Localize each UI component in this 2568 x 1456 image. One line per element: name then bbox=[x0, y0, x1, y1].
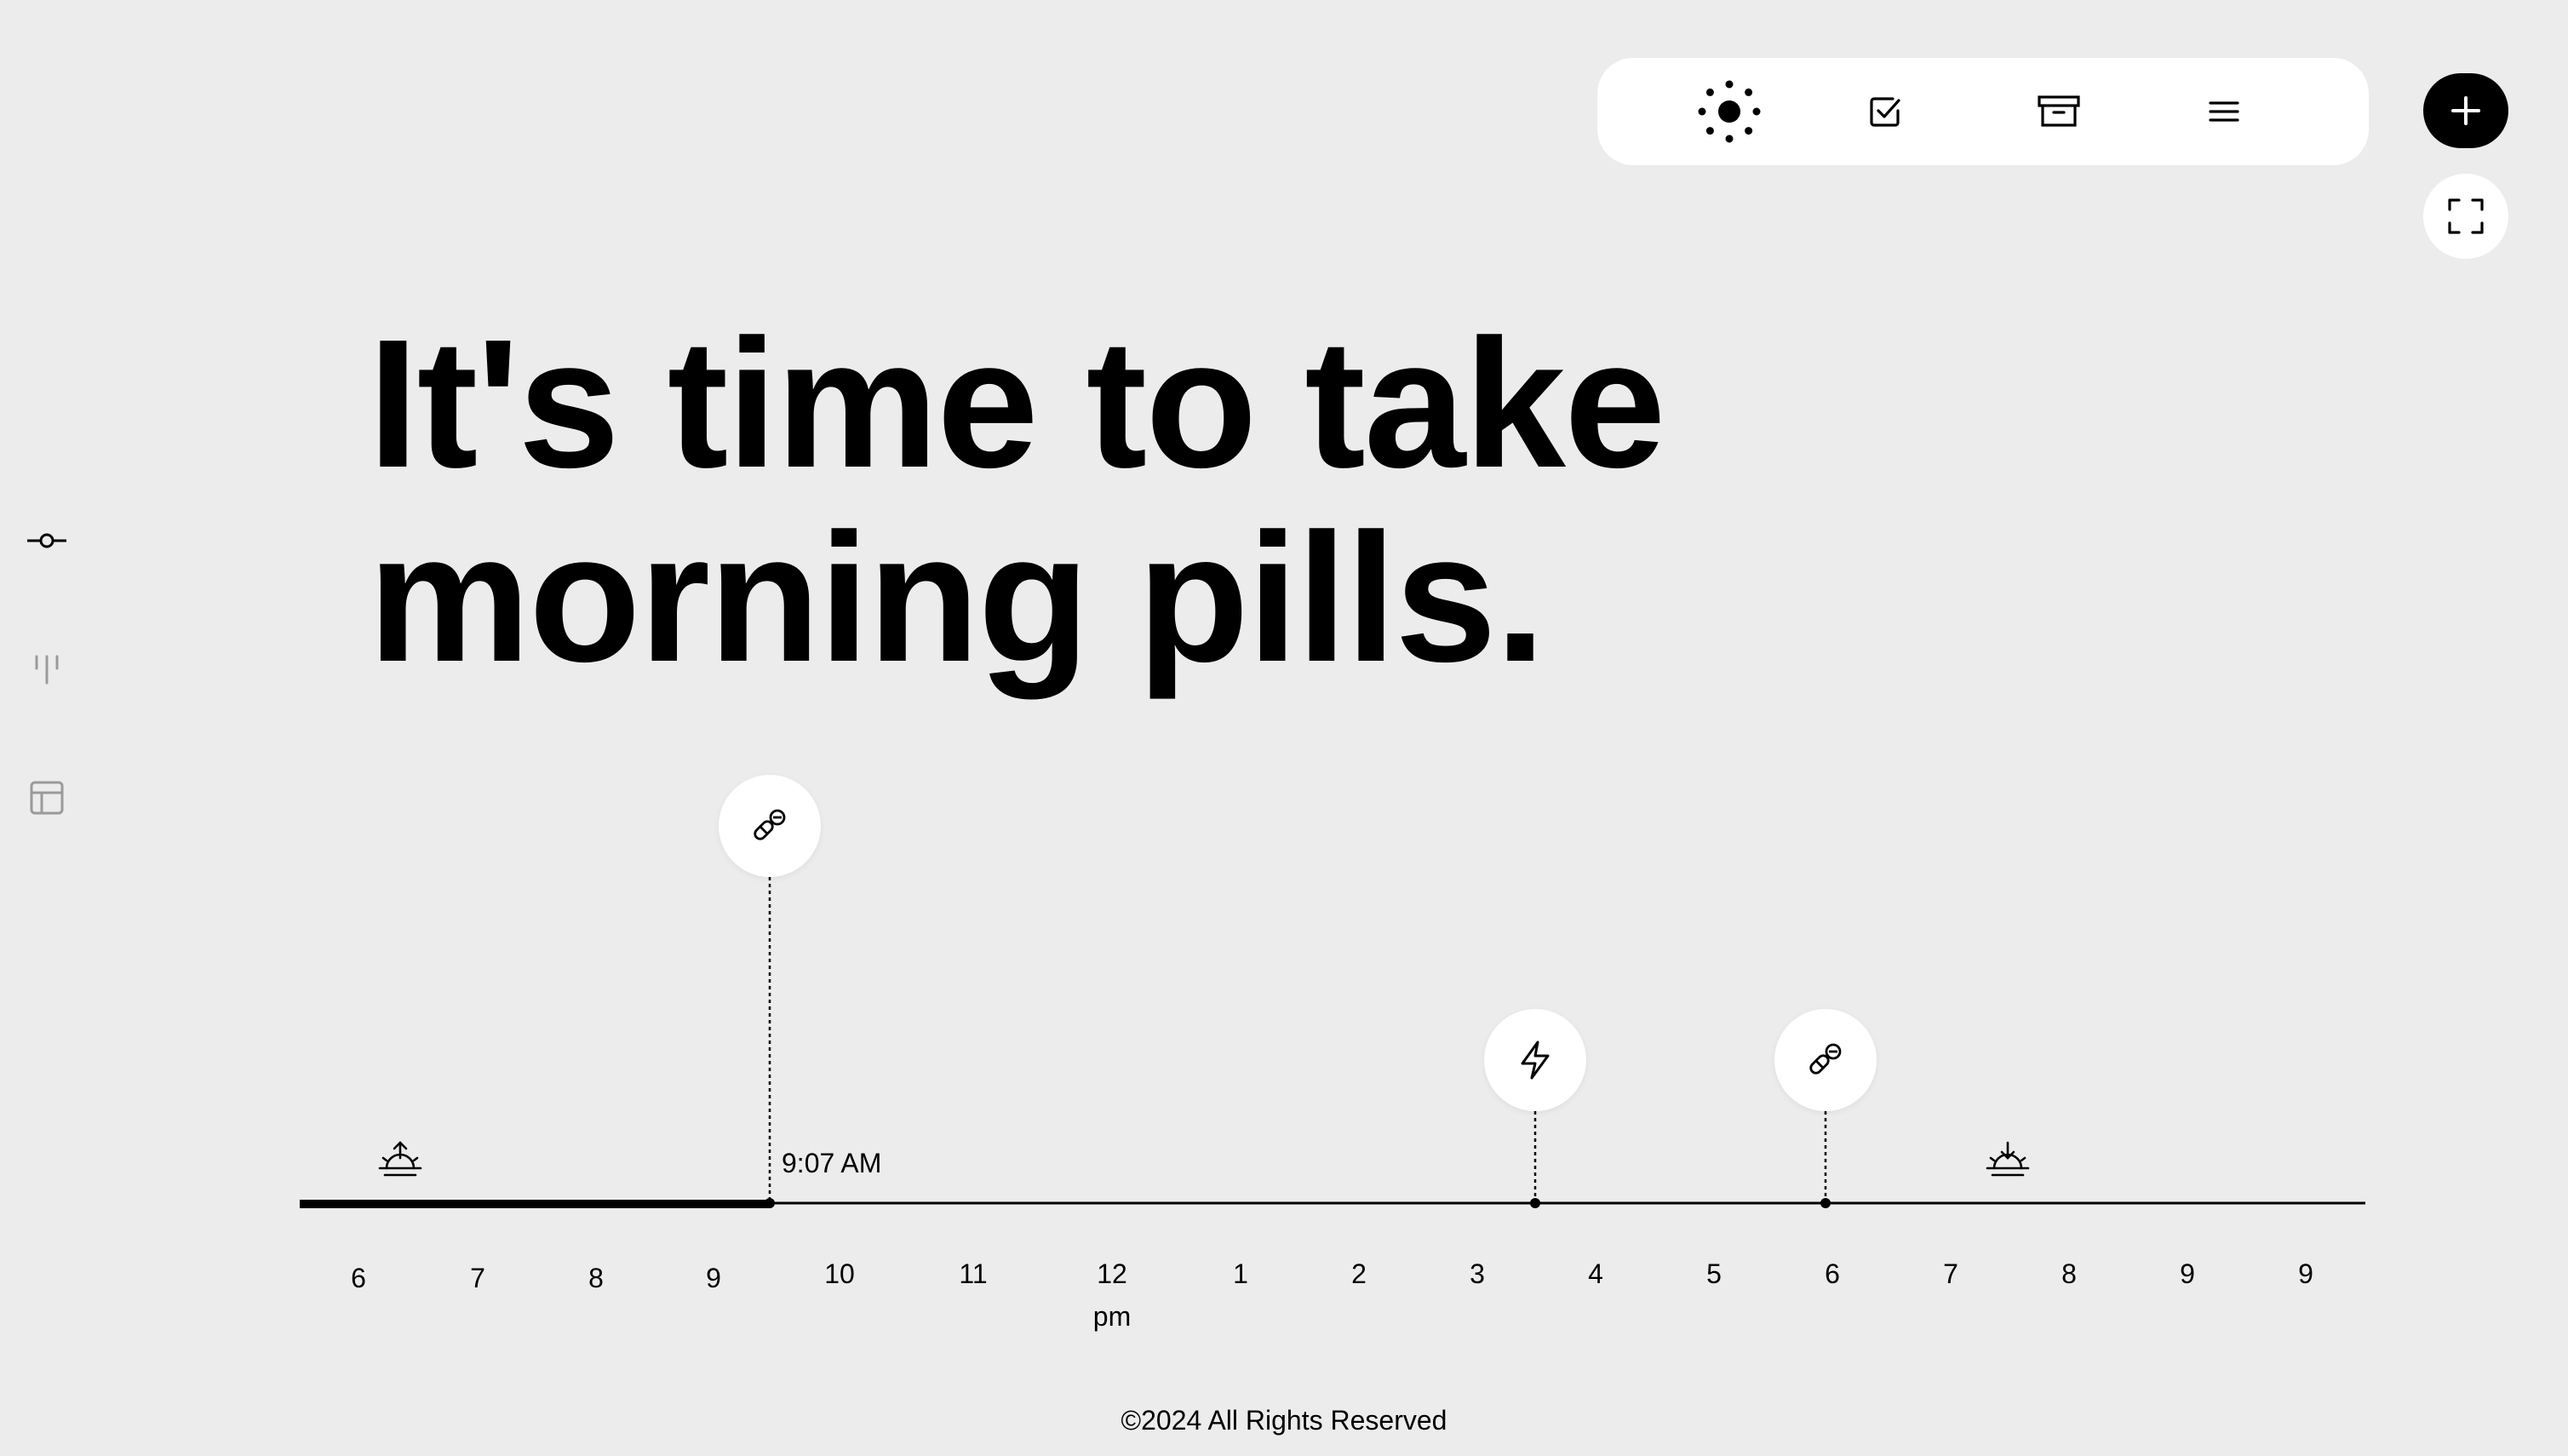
side-item-table[interactable] bbox=[17, 768, 77, 828]
footer-copyright: ©2024 All Rights Reserved bbox=[1121, 1405, 1447, 1436]
plus-icon bbox=[2451, 96, 2480, 125]
hour-label: 8 bbox=[2061, 1258, 2077, 1289]
side-item-timeline[interactable] bbox=[17, 511, 77, 570]
hour-label: 10 bbox=[824, 1258, 855, 1289]
page-title-line-1: It's time to take bbox=[368, 301, 1666, 506]
pm-label: pm bbox=[1092, 1301, 1132, 1332]
archive-button[interactable] bbox=[2012, 58, 2106, 165]
archive-icon bbox=[2038, 95, 2080, 127]
hour-label: 4 bbox=[1588, 1258, 1603, 1289]
day-timeline: 9:07 AM 6 7 8 9 10 11 12 1 2 3 4 5 6 7 8 9 9 pm bbox=[0, 0, 2568, 1456]
hour-label: 7 bbox=[470, 1263, 485, 1293]
timeline-graphic bbox=[300, 877, 2365, 1208]
hour-label: 5 bbox=[1706, 1258, 1722, 1289]
brightness-button[interactable] bbox=[1682, 58, 1776, 165]
hour-label: 12 bbox=[1097, 1258, 1127, 1289]
top-toolbar bbox=[1597, 58, 2369, 165]
event-dot-energy bbox=[1530, 1198, 1540, 1208]
current-time-label: 9:07 AM bbox=[782, 1148, 882, 1178]
tasks-button[interactable] bbox=[1838, 58, 1932, 165]
sunrise-icon bbox=[378, 1141, 422, 1177]
page-title: It's time to take morning pills. bbox=[368, 307, 2071, 695]
hour-label: 9 bbox=[2298, 1258, 2313, 1289]
checkbox-icon bbox=[1870, 97, 1900, 127]
pills-icon bbox=[754, 809, 786, 840]
brightness-icon bbox=[1698, 80, 1761, 143]
hour-label: 7 bbox=[1943, 1258, 1958, 1289]
menu-icon bbox=[2209, 101, 2239, 122]
add-button[interactable] bbox=[2423, 73, 2508, 148]
hour-label: 9 bbox=[706, 1263, 721, 1293]
event-marker-evening-pills[interactable] bbox=[1774, 1009, 1877, 1111]
side-item-bars[interactable] bbox=[17, 639, 77, 698]
event-dot-evening-pills bbox=[1820, 1198, 1831, 1208]
sunset-icon bbox=[1986, 1141, 2030, 1177]
fullscreen-button[interactable] bbox=[2423, 174, 2508, 259]
page-title-line-2: morning pills. bbox=[368, 495, 1545, 700]
lightning-icon bbox=[1521, 1040, 1550, 1080]
table-view-icon bbox=[30, 781, 64, 815]
hour-label: 9 bbox=[2180, 1258, 2195, 1289]
fullscreen-icon bbox=[2448, 198, 2484, 234]
event-marker-energy[interactable] bbox=[1484, 1009, 1586, 1111]
now-dot bbox=[765, 1198, 775, 1208]
app-root: It's time to take morning pills. 9:07 AM… bbox=[0, 0, 2568, 1456]
bars-view-icon bbox=[35, 655, 59, 685]
timeline-view-icon bbox=[27, 533, 66, 548]
hour-label: 8 bbox=[588, 1263, 604, 1293]
hour-label: 1 bbox=[1233, 1258, 1248, 1289]
hour-label: 11 bbox=[959, 1258, 988, 1289]
hour-label: 2 bbox=[1351, 1258, 1367, 1289]
pills-icon bbox=[1809, 1043, 1842, 1075]
hour-label: 3 bbox=[1470, 1258, 1485, 1289]
event-marker-morning-pills[interactable] bbox=[719, 775, 821, 877]
hour-label: 6 bbox=[351, 1263, 366, 1293]
hour-label: 6 bbox=[1825, 1258, 1840, 1289]
menu-button[interactable] bbox=[2177, 58, 2271, 165]
